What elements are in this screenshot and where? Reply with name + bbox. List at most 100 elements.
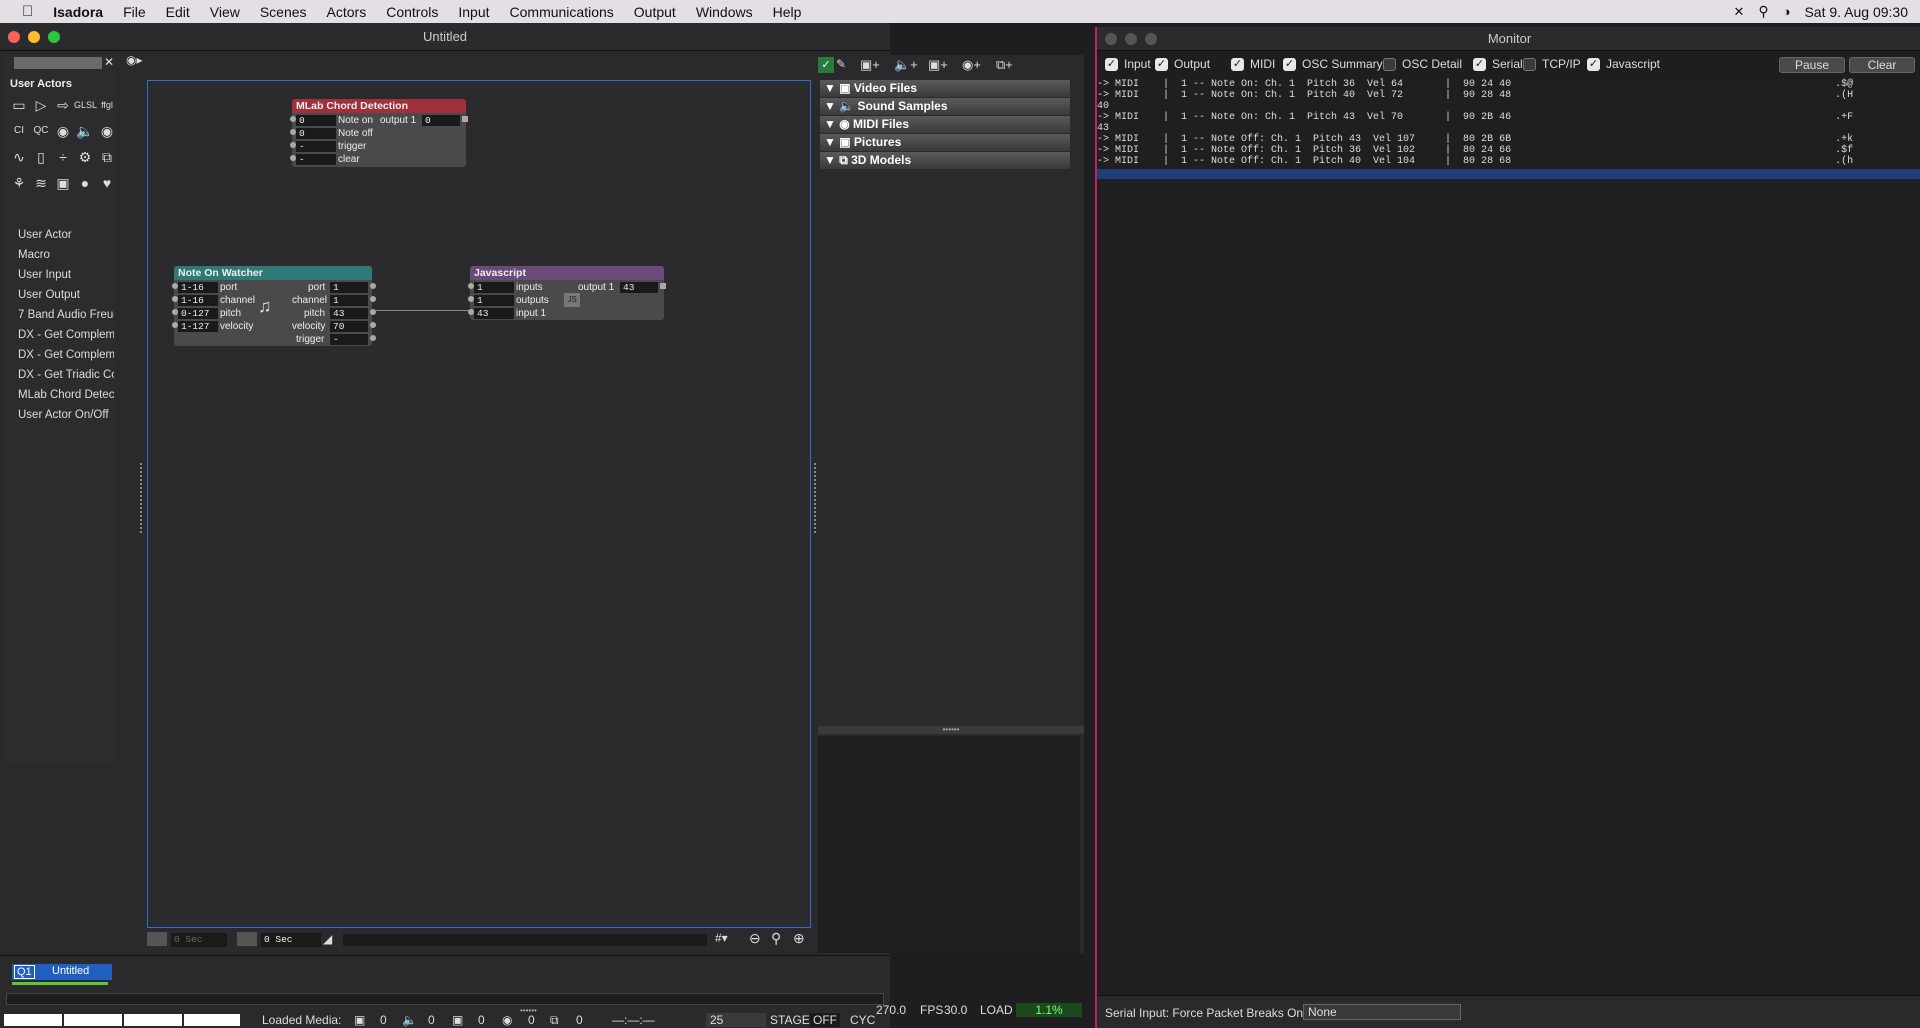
cue-slot[interactable] bbox=[124, 1014, 182, 1026]
filter-output[interactable]: ✓ Output bbox=[1155, 57, 1210, 72]
palette-2-icon[interactable]: ◉ bbox=[96, 121, 118, 141]
timing-slider[interactable]: —:—:— bbox=[612, 1013, 655, 1027]
pitch-range-field[interactable]: 0-127 bbox=[178, 308, 218, 319]
ramp-icon[interactable]: ◢ bbox=[323, 932, 332, 946]
heart-icon[interactable]: ♥ bbox=[96, 173, 118, 193]
port-range-field[interactable]: 1-16 bbox=[178, 282, 218, 293]
filter-serial[interactable]: ✓ Serial bbox=[1473, 57, 1523, 72]
channel-range-field[interactable]: 1-16 bbox=[178, 295, 218, 306]
ci-icon[interactable]: CI bbox=[8, 121, 30, 141]
palette-icon[interactable]: ◉ bbox=[52, 121, 74, 141]
search-icon[interactable]: ⚲ bbox=[1758, 3, 1768, 20]
add-sound-icon[interactable]: 🔈+ bbox=[894, 57, 918, 73]
minimize-button[interactable] bbox=[28, 31, 40, 43]
trigger-output-field[interactable]: - bbox=[330, 334, 368, 345]
clear-button[interactable]: Clear bbox=[1849, 57, 1915, 73]
output-port[interactable] bbox=[370, 283, 376, 289]
grid-icon[interactable]: #▾ bbox=[715, 931, 728, 945]
wave-icon[interactable]: ∿ bbox=[8, 147, 30, 167]
divide-icon[interactable]: ÷ bbox=[52, 147, 74, 167]
filter-checkbox[interactable]: ✓ bbox=[1231, 58, 1244, 72]
outputs-field[interactable]: 1 bbox=[474, 295, 514, 306]
export-icon[interactable]: ⇨ bbox=[52, 95, 74, 115]
output-field[interactable]: 0 bbox=[422, 115, 460, 126]
javascript-actor[interactable]: Javascript 1 1 43 inputs outputs input 1… bbox=[468, 266, 666, 320]
filter-javascript[interactable]: ✓ Javascript bbox=[1587, 57, 1660, 72]
camera-icon[interactable]: ◉▸ bbox=[126, 53, 143, 67]
zoom-button[interactable] bbox=[48, 31, 60, 43]
log-selection-row[interactable] bbox=[1097, 169, 1920, 179]
media-midi-files[interactable]: ▼ ◉ MIDI Files bbox=[820, 116, 1070, 133]
velocity-output-field[interactable]: 70 bbox=[330, 321, 368, 332]
note-on-watcher-actor[interactable]: Note On Watcher 1-16 1-16 0-127 1-127 po… bbox=[172, 266, 376, 346]
fgl-icon[interactable]: ffgl bbox=[96, 95, 118, 115]
list-item[interactable]: User Actor bbox=[4, 225, 114, 245]
menu-controls[interactable]: Controls bbox=[376, 4, 448, 20]
monitor-zoom-button[interactable] bbox=[1145, 33, 1157, 45]
glsl-icon[interactable]: GLSL bbox=[74, 95, 97, 115]
list-item[interactable]: User Actor On/Off bbox=[4, 405, 114, 425]
output-field[interactable]: 43 bbox=[620, 282, 658, 293]
patch-cord[interactable] bbox=[374, 310, 470, 311]
menu-actors[interactable]: Actors bbox=[317, 4, 377, 20]
filter-checkbox[interactable] bbox=[1383, 58, 1396, 72]
output-port[interactable] bbox=[370, 296, 376, 302]
app-menu[interactable]: Isadora bbox=[43, 4, 113, 20]
timeline-icon[interactable] bbox=[237, 932, 257, 946]
zoom-in-icon[interactable]: ⊕ bbox=[793, 930, 805, 947]
search-clear-icon[interactable]: ✕ bbox=[104, 55, 114, 69]
media-video-files[interactable]: ▼ ▣ Video Files bbox=[820, 80, 1070, 97]
menu-output[interactable]: Output bbox=[624, 4, 686, 20]
filter-checkbox[interactable]: ✓ bbox=[1473, 58, 1486, 72]
list-item[interactable]: DX - Get Complement bbox=[4, 345, 114, 365]
media-sound-samples[interactable]: ▼ 🔈 Sound Samples bbox=[820, 98, 1070, 115]
pitch-output-field[interactable]: 43 bbox=[330, 308, 368, 319]
serial-packet-select[interactable]: None bbox=[1303, 1004, 1461, 1020]
search-field[interactable] bbox=[14, 57, 102, 69]
qc-icon[interactable]: QC bbox=[30, 121, 52, 141]
menu-edit[interactable]: Edit bbox=[156, 4, 200, 20]
filter-checkbox[interactable]: ✓ bbox=[1105, 58, 1118, 72]
filter-checkbox[interactable] bbox=[1523, 58, 1536, 72]
port-output-field[interactable]: 1 bbox=[330, 282, 368, 293]
list-item[interactable]: Macro bbox=[4, 245, 114, 265]
scene-item[interactable]: Q1 Untitled bbox=[12, 964, 112, 980]
mlab-chord-detection-actor[interactable]: MLab Chord Detection 0 0 - - Note on Not… bbox=[290, 99, 468, 167]
input1-field[interactable]: 43 bbox=[474, 308, 514, 319]
filter-osc-summary[interactable]: ✓ OSC Summary bbox=[1283, 57, 1383, 72]
speaker-icon[interactable]: 🔈 bbox=[74, 121, 96, 141]
add-picture-icon[interactable]: ▣+ bbox=[928, 57, 948, 73]
check-icon[interactable]: ✓ bbox=[818, 57, 834, 73]
note-off-field[interactable]: 0 bbox=[296, 128, 336, 139]
list-item[interactable]: MLab Chord Detection bbox=[4, 385, 114, 405]
output-port[interactable] bbox=[462, 116, 468, 122]
trigger-field[interactable]: - bbox=[296, 141, 336, 152]
media-3d-models[interactable]: ▼ ⧉ 3D Models bbox=[820, 152, 1070, 169]
output-port[interactable] bbox=[370, 335, 376, 341]
clear-field[interactable]: - bbox=[296, 154, 336, 165]
timeline-start-field[interactable]: 0 Sec bbox=[171, 933, 227, 947]
close-button[interactable] bbox=[8, 31, 20, 43]
add-video-icon[interactable]: ▣+ bbox=[860, 57, 880, 73]
play-icon[interactable]: ▷ bbox=[30, 95, 52, 115]
monitor-minimize-button[interactable] bbox=[1125, 33, 1137, 45]
filter-checkbox[interactable]: ✓ bbox=[1587, 58, 1600, 72]
stage-toggle[interactable]: OFF bbox=[810, 1013, 840, 1027]
apple-icon[interactable]:  bbox=[0, 3, 43, 20]
list-item[interactable]: User Output bbox=[4, 285, 114, 305]
media-pictures[interactable]: ▼ ▣ Pictures bbox=[820, 134, 1070, 151]
person-icon[interactable]: ● bbox=[74, 173, 96, 193]
inputs-field[interactable]: 1 bbox=[474, 282, 514, 293]
menu-input[interactable]: Input bbox=[448, 4, 499, 20]
menu-communications[interactable]: Communications bbox=[500, 4, 624, 20]
menu-view[interactable]: View bbox=[200, 4, 250, 20]
timeline-current-field[interactable]: 0 Sec bbox=[261, 933, 321, 947]
zoom-out-icon[interactable]: ⊖ bbox=[749, 930, 761, 947]
channel-output-field[interactable]: 1 bbox=[330, 295, 368, 306]
stack-icon[interactable]: ⧉ bbox=[96, 147, 118, 167]
gear-icon[interactable]: ⚙ bbox=[74, 147, 96, 167]
filter-osc-detail[interactable]: OSC Detail bbox=[1383, 57, 1462, 72]
cue-slot[interactable] bbox=[4, 1014, 62, 1026]
sidebar-splitter[interactable] bbox=[140, 463, 144, 533]
zoom-fit-icon[interactable]: ⚲ bbox=[771, 930, 781, 947]
